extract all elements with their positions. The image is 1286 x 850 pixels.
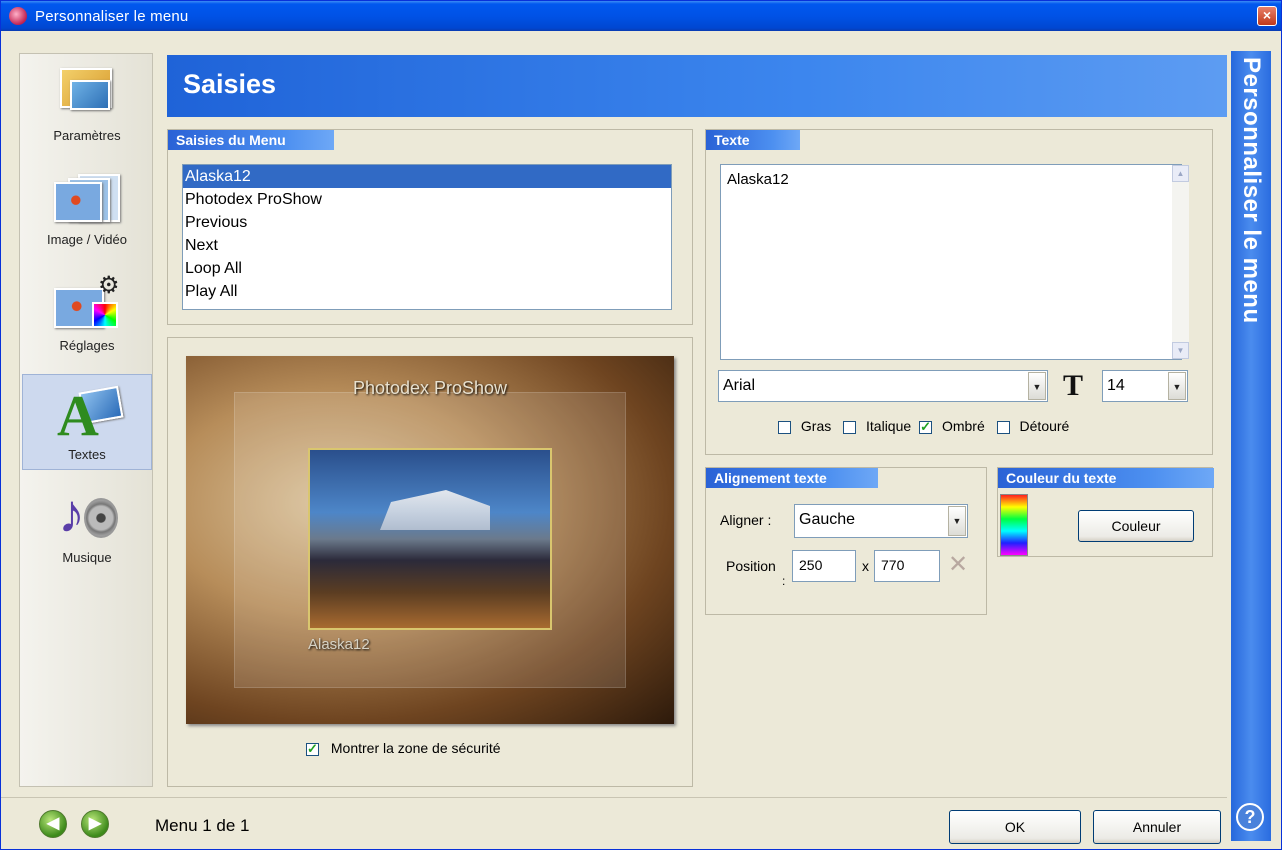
nav-label-musique: Musique bbox=[62, 550, 112, 565]
nav-item-textes[interactable]: A Textes bbox=[22, 374, 152, 470]
nav-item-image-video[interactable]: Image / Vidéo bbox=[22, 160, 152, 256]
preview-title-text: Photodex ProShow bbox=[352, 378, 508, 398]
position-label: Position bbox=[726, 558, 776, 574]
nav-item-musique[interactable]: ♪ Musique bbox=[22, 478, 152, 574]
nav-item-reglages[interactable]: ⚙ Réglages bbox=[22, 266, 152, 362]
list-item[interactable]: Loop All bbox=[183, 257, 671, 280]
ok-button[interactable]: OK bbox=[949, 810, 1081, 844]
position-separator: x bbox=[862, 558, 869, 574]
help-icon[interactable]: ? bbox=[1236, 803, 1264, 831]
list-item[interactable]: Previous bbox=[183, 211, 671, 234]
nav-label-textes: Textes bbox=[68, 447, 106, 462]
font-size-value: 14 bbox=[1107, 377, 1125, 394]
italic-label: Italique bbox=[866, 418, 912, 434]
alignment-group: Alignement texte Aligner : Gauche Positi… bbox=[705, 467, 987, 615]
ship-image bbox=[380, 490, 490, 530]
font-size-icon: T bbox=[1062, 369, 1083, 402]
text-group-title: Texte bbox=[706, 130, 800, 150]
font-size-select[interactable]: 14 bbox=[1102, 370, 1188, 402]
page-title: Saisies bbox=[183, 69, 277, 99]
music-icon: ♪ bbox=[52, 484, 122, 546]
safe-zone-label: Montrer la zone de sécurité bbox=[330, 740, 501, 756]
preview-panel: Photodex ProShow Alaska12 Montrer la zon… bbox=[167, 337, 693, 787]
safe-zone-option[interactable]: Montrer la zone de sécurité bbox=[306, 740, 501, 757]
section-header: Saisies bbox=[167, 55, 1227, 117]
settings-photos-icon bbox=[52, 62, 122, 124]
adjustments-icon: ⚙ bbox=[52, 272, 122, 334]
nav-label-reglages: Réglages bbox=[59, 338, 115, 353]
chevron-down-icon[interactable] bbox=[1028, 372, 1046, 400]
align-value: Gauche bbox=[799, 511, 856, 528]
nav-label-image-video: Image / Vidéo bbox=[47, 232, 127, 247]
scroll-up-icon[interactable]: ▲ bbox=[1172, 165, 1189, 182]
chevron-down-icon[interactable] bbox=[948, 506, 966, 536]
text-value: Alaska12 bbox=[727, 171, 789, 188]
next-menu-icon[interactable]: ▶ bbox=[81, 810, 109, 838]
menu-entries-list[interactable]: Alaska12 Photodex ProShow Previous Next … bbox=[182, 164, 672, 310]
font-select[interactable]: Arial bbox=[718, 370, 1048, 402]
outline-checkbox[interactable] bbox=[996, 420, 1010, 434]
outline-label: Détouré bbox=[1019, 418, 1070, 434]
text-style-options: Gras Italique Ombré Détouré bbox=[778, 418, 1070, 435]
preview-caption-text: Alaska12 bbox=[308, 636, 370, 653]
italic-checkbox[interactable] bbox=[843, 420, 857, 434]
list-item[interactable]: Photodex ProShow bbox=[183, 188, 671, 211]
text-scrollbar[interactable]: ▲ ▼ bbox=[1172, 165, 1189, 359]
menu-preview[interactable]: Photodex ProShow Alaska12 bbox=[186, 356, 674, 724]
menu-entries-title: Saisies du Menu bbox=[168, 130, 334, 150]
menu-entries-group: Saisies du Menu Alaska12 Photodex ProSho… bbox=[167, 129, 693, 325]
shadow-label: Ombré bbox=[941, 418, 985, 434]
text-input[interactable]: Alaska12 bbox=[720, 164, 1182, 360]
align-select[interactable]: Gauche bbox=[794, 504, 968, 538]
safe-zone-checkbox[interactable] bbox=[306, 741, 319, 757]
close-button[interactable]: × bbox=[1257, 6, 1277, 26]
align-label: Aligner : bbox=[720, 512, 772, 528]
nav-label-parametres: Paramètres bbox=[53, 128, 121, 143]
left-navigation: Paramètres Image / Vidéo ⚙ Réglages A Te… bbox=[19, 53, 153, 787]
font-value: Arial bbox=[723, 377, 756, 394]
list-item[interactable]: Alaska12 bbox=[183, 165, 671, 188]
list-item[interactable]: Next bbox=[183, 234, 671, 257]
list-item[interactable]: Play All bbox=[183, 280, 671, 303]
window-title: Personnaliser le menu bbox=[35, 7, 189, 25]
side-title: Personnaliser le menu bbox=[1238, 57, 1265, 324]
side-title-band: Personnaliser le menu ? bbox=[1231, 51, 1271, 841]
color-button[interactable]: Couleur bbox=[1078, 510, 1194, 542]
bold-label: Gras bbox=[800, 418, 832, 434]
previous-menu-icon[interactable]: ◀ bbox=[39, 810, 67, 838]
position-colon: : bbox=[782, 574, 786, 588]
text-color-group: Couleur du texte Couleur bbox=[997, 467, 1214, 557]
position-y-input[interactable]: 770 bbox=[874, 550, 940, 582]
preview-thumbnail bbox=[308, 448, 552, 630]
text-color-group-title: Couleur du texte bbox=[998, 468, 1214, 488]
dialog-window: Personnaliser le menu × Paramètres Image… bbox=[0, 0, 1282, 850]
proshow-app-icon bbox=[9, 7, 27, 25]
position-x-input[interactable]: 250 bbox=[792, 550, 856, 582]
reset-position-icon[interactable]: ✕ bbox=[948, 552, 968, 578]
bold-checkbox[interactable] bbox=[778, 420, 791, 434]
shadow-checkbox[interactable] bbox=[919, 419, 933, 435]
alignment-group-title: Alignement texte bbox=[706, 468, 878, 488]
chevron-down-icon[interactable] bbox=[1168, 372, 1186, 400]
scroll-down-icon[interactable]: ▼ bbox=[1172, 342, 1189, 359]
color-swatch[interactable] bbox=[1000, 494, 1028, 556]
image-video-icon bbox=[52, 166, 122, 228]
menu-page-label: Menu 1 de 1 bbox=[155, 816, 250, 835]
cancel-button[interactable]: Annuler bbox=[1093, 810, 1221, 844]
texts-icon: A bbox=[53, 381, 124, 445]
title-bar: Personnaliser le menu × bbox=[1, 1, 1281, 31]
text-group: Texte Alaska12 ▲ ▼ Arial T 14 Gras Itali… bbox=[705, 129, 1213, 455]
gear-icon: ⚙ bbox=[98, 272, 120, 299]
footer-bar: ◀ ▶ Menu 1 de 1 OK Annuler bbox=[1, 797, 1227, 849]
nav-item-parametres[interactable]: Paramètres bbox=[22, 56, 152, 152]
